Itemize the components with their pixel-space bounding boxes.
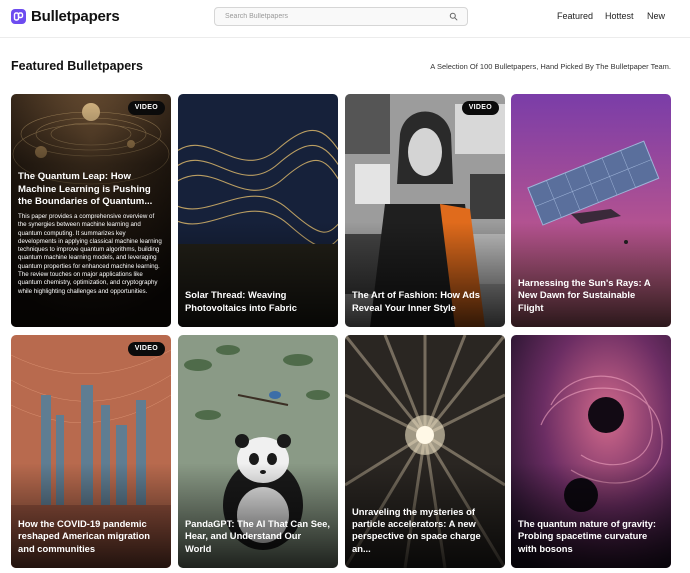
paper-card-quantum-leap[interactable]: VIDEO The Quantum Leap: How Machine Lear… bbox=[11, 94, 171, 327]
card-title[interactable]: How the COVID-19 pandemic reshaped Ameri… bbox=[18, 518, 163, 555]
paper-card-solar-thread[interactable]: Solar Thread: Weaving Photovoltaics into… bbox=[178, 94, 338, 327]
search-input[interactable] bbox=[215, 8, 435, 25]
video-badge: VIDEO bbox=[127, 342, 165, 356]
video-badge: VIDEO bbox=[127, 101, 165, 115]
search-icon[interactable] bbox=[449, 12, 458, 21]
paper-card-quantum-gravity[interactable]: The quantum nature of gravity: Probing s… bbox=[511, 335, 671, 568]
section-subtitle: A Selection Of 100 Bulletpapers, Hand Pi… bbox=[430, 62, 671, 71]
card-title[interactable]: Unraveling the mysteries of particle acc… bbox=[352, 506, 497, 555]
card-title[interactable]: The Art of Fashion: How Ads Reveal Your … bbox=[352, 289, 497, 314]
brand-logo[interactable]: Bulletpapers bbox=[11, 8, 120, 25]
paper-card-art-of-fashion[interactable]: VIDEO The Art of Fashion: How Ads Reveal… bbox=[345, 94, 505, 327]
search-bar[interactable] bbox=[214, 7, 468, 26]
card-title[interactable]: The Quantum Leap: How Machine Learning i… bbox=[18, 171, 163, 209]
top-nav-bar: Bulletpapers Featured Hottest New bbox=[0, 0, 690, 38]
paper-card-sustainable-flight[interactable]: Harnessing the Sun's Rays: A New Dawn fo… bbox=[511, 94, 671, 327]
nav-featured[interactable]: Featured bbox=[557, 11, 593, 21]
nav-hottest[interactable]: Hottest bbox=[605, 11, 634, 21]
paper-card-covid-migration[interactable]: VIDEO How the COVID-19 pandemic reshaped… bbox=[11, 335, 171, 568]
card-title[interactable]: PandaGPT: The AI That Can See, Hear, and… bbox=[185, 518, 330, 555]
bulletpapers-logo-icon bbox=[11, 9, 26, 24]
paper-card-pandagpt[interactable]: PandaGPT: The AI That Can See, Hear, and… bbox=[178, 335, 338, 568]
nav-new[interactable]: New bbox=[647, 11, 665, 21]
paper-card-particle-accelerators[interactable]: Unraveling the mysteries of particle acc… bbox=[345, 335, 505, 568]
card-title[interactable]: Harnessing the Sun's Rays: A New Dawn fo… bbox=[518, 277, 663, 314]
brand-name: Bulletpapers bbox=[31, 8, 120, 25]
card-title[interactable]: Solar Thread: Weaving Photovoltaics into… bbox=[185, 289, 330, 314]
section-title: Featured Bulletpapers bbox=[11, 59, 143, 73]
card-title[interactable]: The quantum nature of gravity: Probing s… bbox=[518, 518, 663, 555]
video-badge: VIDEO bbox=[461, 101, 499, 115]
card-description: This paper provides a comprehensive over… bbox=[18, 213, 162, 295]
